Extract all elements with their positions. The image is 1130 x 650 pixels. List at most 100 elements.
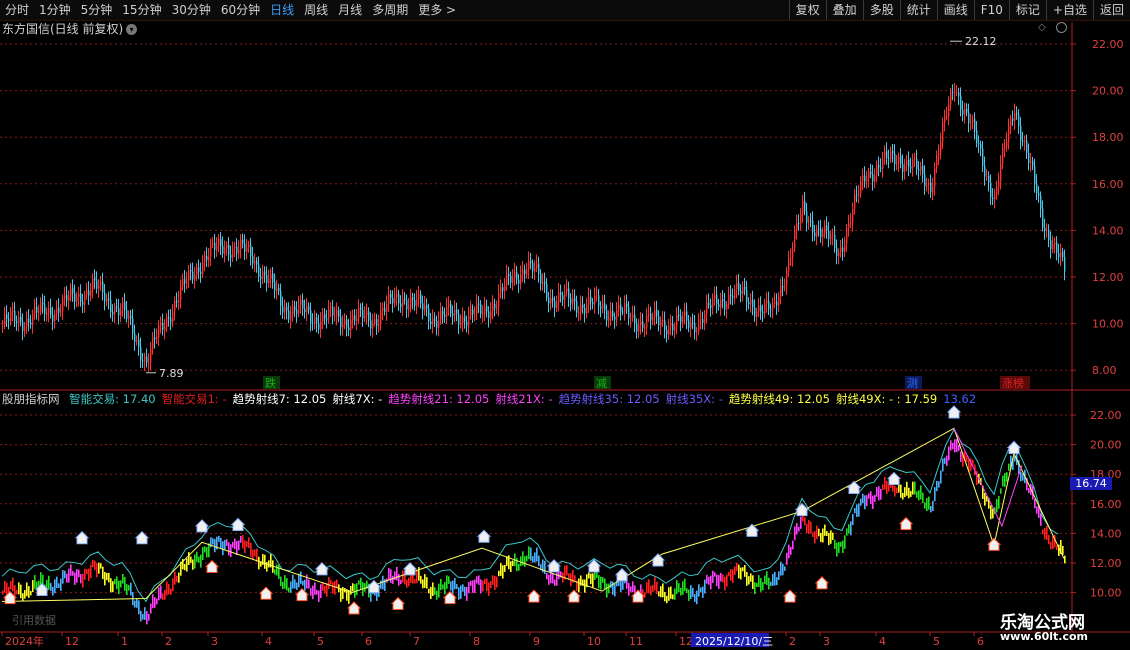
indicator-bar <box>500 563 502 576</box>
kline-body <box>730 294 732 296</box>
kline-body <box>952 91 954 93</box>
x-tick-label: 12 <box>679 635 693 648</box>
kline-body <box>258 264 260 278</box>
indicator-bar <box>170 588 172 595</box>
kline-body <box>204 255 206 263</box>
kline-body <box>394 297 396 304</box>
indicator-bar <box>548 574 550 585</box>
indicator-value: 智能交易: 17.40 <box>69 392 156 406</box>
indicator-bar <box>158 587 160 601</box>
indicator-bar <box>692 587 694 597</box>
kline-body <box>306 306 308 313</box>
kline-body <box>18 316 20 324</box>
kline-body <box>964 108 966 115</box>
kline-body <box>348 327 350 331</box>
kline-body <box>554 301 556 309</box>
kline-body <box>976 130 978 144</box>
house-icon-sell <box>744 523 760 537</box>
kline-body <box>22 321 24 331</box>
indicator-bar <box>906 481 908 496</box>
indicator-bar <box>466 586 468 601</box>
indicator-bar <box>990 505 992 520</box>
indicator-bar <box>860 498 862 506</box>
kline-chart[interactable]: 22.00 20.00 18.00 16.00 14.00 12.00 10.00 8.00 2… <box>0 0 1130 650</box>
indicator-bar <box>588 572 590 579</box>
kline-body <box>888 158 890 160</box>
kline-body <box>396 293 398 298</box>
indicator-bar <box>480 579 482 594</box>
indicator-value: 射线7X: - <box>332 392 383 406</box>
indicator-bar <box>710 575 712 590</box>
indicator-bar <box>744 565 746 577</box>
kline-body <box>14 310 16 322</box>
kline-body <box>806 211 808 223</box>
house-icon-buy <box>986 537 1002 551</box>
kline-body <box>828 230 830 240</box>
kline-body <box>230 254 232 258</box>
kline-body <box>482 313 484 315</box>
kline-body <box>372 322 374 329</box>
kline-body <box>864 175 866 182</box>
indicator-bar <box>104 571 106 586</box>
indicator-bar <box>228 542 230 556</box>
kline-body <box>622 311 624 313</box>
indicator-bar <box>284 575 286 589</box>
indicator-bar <box>984 492 986 506</box>
x-tick-label: 3 <box>823 635 830 648</box>
kline-body <box>326 318 328 320</box>
kline-body <box>630 318 632 320</box>
x-tick-label: 6 <box>365 635 372 648</box>
kline-body <box>30 322 32 325</box>
indicator-bar <box>1052 535 1054 550</box>
kline-body <box>152 337 154 349</box>
indicator-bar <box>574 575 576 582</box>
kline-body <box>84 294 86 305</box>
kline-body <box>726 304 728 310</box>
indicator-bar <box>144 607 146 620</box>
kline-body <box>708 302 710 306</box>
kline-body <box>590 296 592 302</box>
indicator-bar <box>248 537 250 549</box>
kline-body <box>312 322 314 324</box>
kline-body <box>710 305 712 308</box>
indicator-bar <box>678 583 680 593</box>
indicator-bar <box>814 531 816 544</box>
kline-body <box>458 314 460 326</box>
indicator-bar <box>686 588 688 594</box>
indicator-bar <box>478 575 480 585</box>
indicator-name[interactable]: 股朋指标网 <box>2 392 60 406</box>
indicator-bar <box>714 572 716 577</box>
indicator-bar <box>318 590 320 602</box>
kline-body <box>272 273 274 283</box>
kline-body <box>666 330 668 335</box>
indicator-bar <box>676 580 678 595</box>
indicator-bar <box>852 514 854 526</box>
indicator-bar <box>796 523 798 535</box>
kline-body <box>350 320 352 331</box>
kline-body <box>94 277 96 281</box>
kline-body <box>172 311 174 323</box>
indicator-bar <box>218 535 220 542</box>
kline-body <box>506 274 508 286</box>
kline-body <box>488 311 490 319</box>
kline-body <box>652 317 654 321</box>
indicator-bar <box>310 588 312 596</box>
indicator-bar <box>356 583 358 596</box>
kline-body <box>340 316 342 328</box>
kline-body <box>310 310 312 323</box>
kline-body <box>972 119 974 123</box>
kline-body <box>244 243 246 252</box>
kline-body <box>150 348 152 363</box>
indicator-bar <box>650 585 652 596</box>
kline-body <box>982 148 984 166</box>
indicator-bar <box>794 526 796 541</box>
kline-body <box>916 159 918 170</box>
indicator-bar <box>612 581 614 595</box>
indicator-bar <box>848 524 850 534</box>
kline-body <box>16 321 18 324</box>
kline-body <box>994 194 996 200</box>
indicator-bar <box>644 592 646 598</box>
kline-body <box>830 236 832 240</box>
kline-body <box>738 283 740 291</box>
kline-body <box>980 144 982 149</box>
